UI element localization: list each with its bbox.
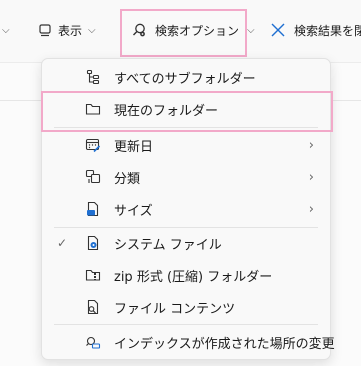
menu-item-label: インデックスが作成された場所の変更 (114, 336, 335, 352)
view-button[interactable]: 表示 ⌵ (38, 18, 96, 42)
chevron-down-icon[interactable]: ⌵ (2, 18, 10, 42)
menu-divider (54, 324, 318, 325)
menu-item-current-folder[interactable]: 現在のフォルダー (42, 94, 330, 124)
menu-divider (54, 127, 318, 128)
menu-item-size[interactable]: サイズ › (42, 194, 330, 224)
menu-item-label: 分類 (114, 171, 141, 187)
chevron-down-icon: ⌵ (247, 24, 255, 36)
menu-item-label: zip 形式 (圧縮) フォルダー (114, 269, 273, 285)
chevron-down-icon: ⌵ (88, 24, 96, 36)
file-search-icon (84, 298, 102, 316)
chevron-right-icon: › (308, 201, 314, 217)
menu-item-label: 更新日 (114, 139, 154, 155)
search-options-menu: すべてのサブフォルダー 現在のフォルダー 更新日 › 分類 › サイズ › ✓ (41, 58, 335, 360)
index-locations-icon (84, 333, 102, 351)
chevron-right-icon: › (308, 169, 314, 185)
size-icon (84, 200, 102, 218)
zip-folder-icon (84, 266, 102, 284)
checkmark-icon: ✓ (56, 236, 68, 250)
chevron-right-icon: › (308, 137, 314, 153)
close-search-label: 検索結果を閉 (294, 23, 361, 38)
menu-item-zip-folders[interactable]: zip 形式 (圧縮) フォルダー (42, 260, 330, 290)
calendar-icon (84, 136, 102, 154)
folder-icon (84, 100, 102, 118)
menu-item-label: すべてのサブフォルダー (114, 71, 256, 87)
menu-item-label: システム ファイル (114, 237, 222, 253)
search-options-icon (131, 22, 147, 38)
menu-item-date-modified[interactable]: 更新日 › (42, 130, 330, 160)
menu-item-system-files[interactable]: ✓ システム ファイル (42, 228, 330, 258)
system-file-icon (84, 234, 102, 252)
menu-item-file-contents[interactable]: ファイル コンテンツ (42, 292, 330, 322)
search-options-label: 検索オプション (155, 23, 240, 38)
subfolders-icon (84, 68, 102, 86)
view-icon (38, 23, 52, 37)
close-icon (270, 22, 286, 38)
command-bar: ⌵ 表示 ⌵ 検索オプション ⌵ 検索結果を閉 (0, 0, 361, 62)
category-icon (84, 168, 102, 186)
close-search-button[interactable]: 検索結果を閉 (270, 18, 361, 42)
menu-item-label: ファイル コンテンツ (114, 301, 236, 317)
menu-item-label: サイズ (114, 203, 153, 219)
menu-item-all-subfolders[interactable]: すべてのサブフォルダー (42, 62, 330, 92)
menu-item-label: 現在のフォルダー (114, 103, 219, 119)
view-label: 表示 (58, 23, 83, 38)
menu-item-change-indexed-locations[interactable]: インデックスが作成された場所の変更 (42, 327, 335, 357)
search-options-button[interactable]: 検索オプション ⌵ (131, 18, 255, 42)
menu-item-kind[interactable]: 分類 › (42, 162, 330, 192)
